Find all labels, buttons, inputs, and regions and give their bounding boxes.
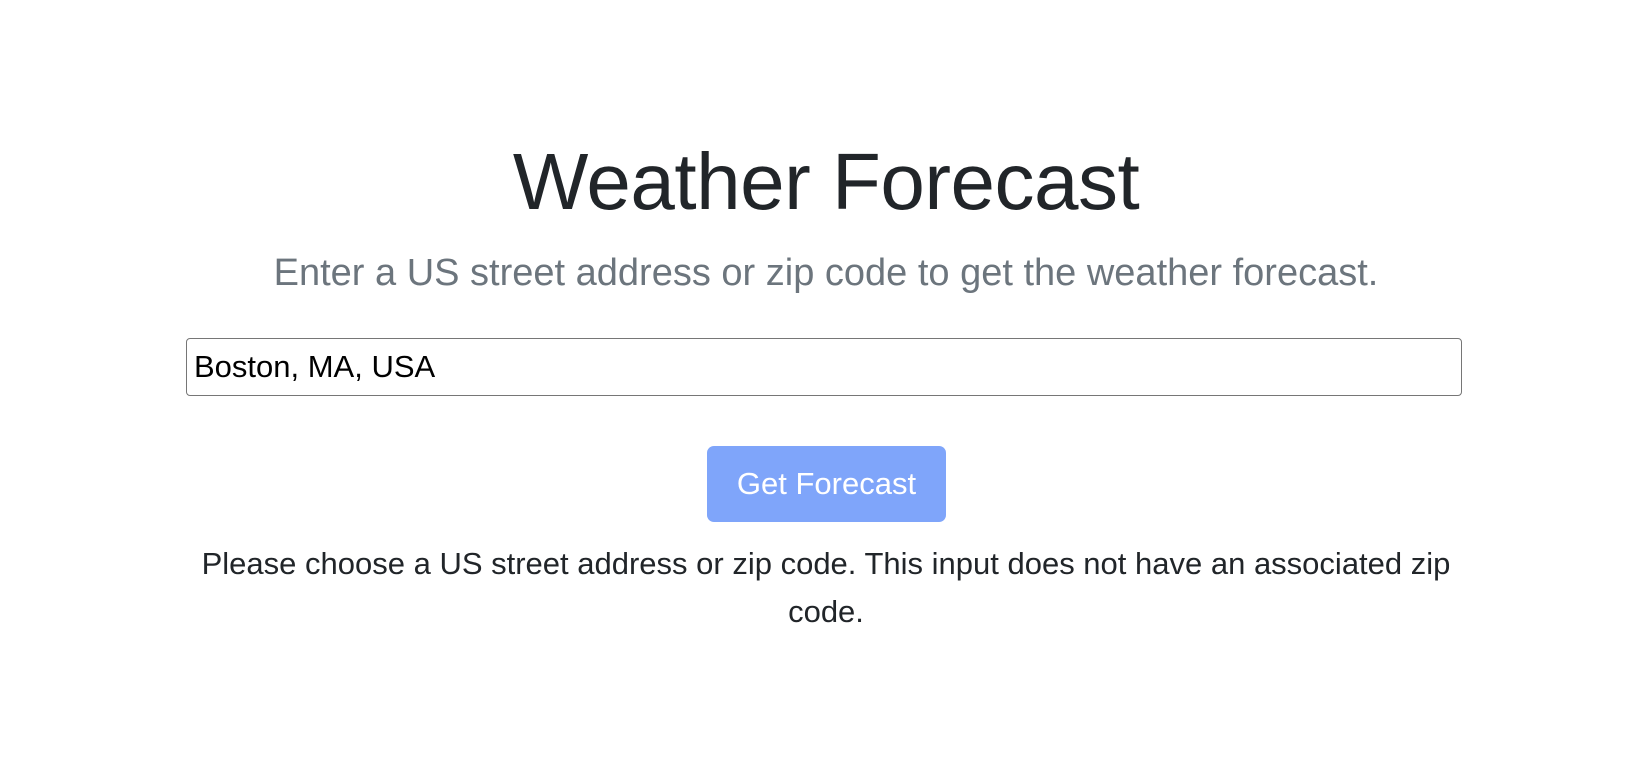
error-message: Please choose a US street address or zip… bbox=[201, 546, 1451, 629]
page-subtitle: Enter a US street address or zip code to… bbox=[273, 252, 1379, 294]
page-title: Weather Forecast bbox=[512, 137, 1140, 226]
address-input[interactable] bbox=[186, 338, 1462, 396]
weather-forecast-page: Weather Forecast Enter a US street addre… bbox=[0, 0, 1652, 774]
get-forecast-button[interactable]: Get Forecast bbox=[707, 446, 946, 522]
